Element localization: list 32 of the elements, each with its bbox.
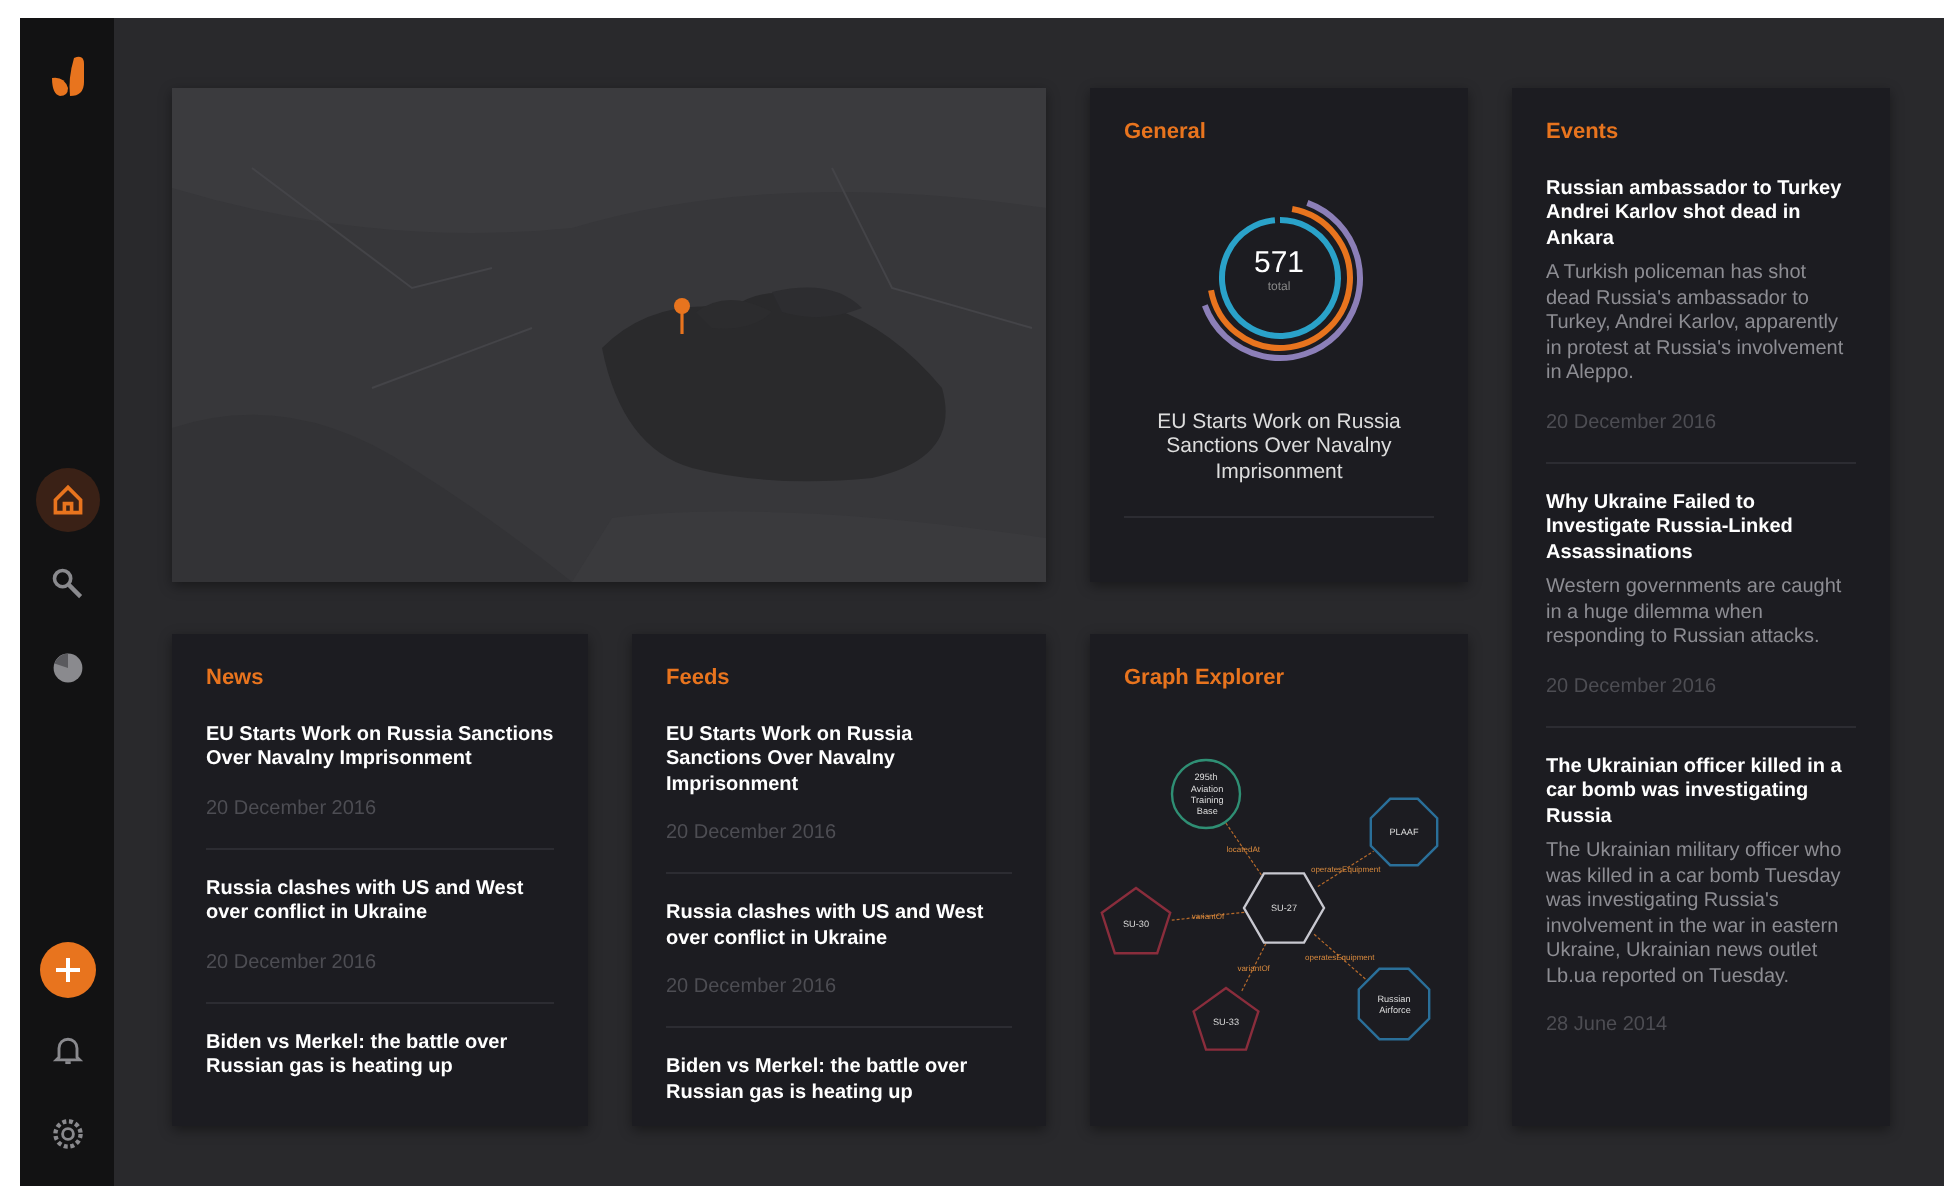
summary: A Turkish policeman has shot dead Russia's ambassador to Turkey, Andrei Karlov, apparently in protest at Russia's involvement in Aleppo. xyxy=(1546,262,1846,387)
settings-icon xyxy=(49,1116,85,1152)
total-value: 571 xyxy=(1251,247,1307,279)
edge-line xyxy=(1240,942,1267,992)
headline[interactable]: Russia clashes with US and West over conflict in Ukraine xyxy=(666,902,1012,952)
headline: Why Ukraine Failed to Investigate Russia-Linked Assassinations xyxy=(1546,491,1795,566)
card-title: News xyxy=(206,664,266,694)
summary: The Ukrainian military officer who was killed in a car bomb Tuesday was investigating Russia's involvement in the war in eastern Ukraine, Ukrainian news outlet Lb.ua reported on Tuesday. xyxy=(1546,840,1844,990)
search-icon xyxy=(49,566,85,602)
logo-icon xyxy=(49,54,85,98)
headline[interactable]: Biden vs Merkel: the battle over Russian gas is heating up xyxy=(206,1031,554,1081)
plus-icon xyxy=(53,956,81,984)
map-pin-icon xyxy=(672,296,692,336)
nav-button[interactable] xyxy=(35,468,99,532)
card-title: Events xyxy=(1546,118,1621,148)
card-title: Graph Explorer xyxy=(1122,664,1287,694)
card-title: General xyxy=(1124,118,1206,148)
add-button[interactable] xyxy=(39,942,95,998)
headline[interactable]: EU Starts Work on Russia Sanctions Over Navalny Imprisonment xyxy=(666,723,1012,798)
home-icon xyxy=(49,482,85,518)
bell-icon xyxy=(49,1032,85,1068)
pie-chart-icon xyxy=(49,650,85,686)
headline[interactable]: EU Starts Work on Russia Sanctions Over Navalny Imprisonment xyxy=(206,723,554,773)
card-title: Feeds xyxy=(666,664,732,694)
headline: Russian ambassador to Turkey Andrei Karlov shot dead in Ankara xyxy=(1546,177,1844,252)
headline: The Ukrainian officer killed in a car bomb was investigating Russia xyxy=(1546,755,1844,830)
edge-line xyxy=(1171,910,1245,920)
edge-line xyxy=(1224,820,1262,875)
headline: EU Starts Work on Russia Sanctions Over Navalny Imprisonment xyxy=(1155,409,1403,484)
headline[interactable]: Russia clashes with US and West over conflict in Ukraine xyxy=(206,877,554,927)
summary: Western governments are caught in a huge dilemma when responding to Russian attacks. xyxy=(1546,576,1844,651)
headline[interactable]: Biden vs Merkel: the battle over Russian gas is heating up xyxy=(666,1056,1012,1106)
